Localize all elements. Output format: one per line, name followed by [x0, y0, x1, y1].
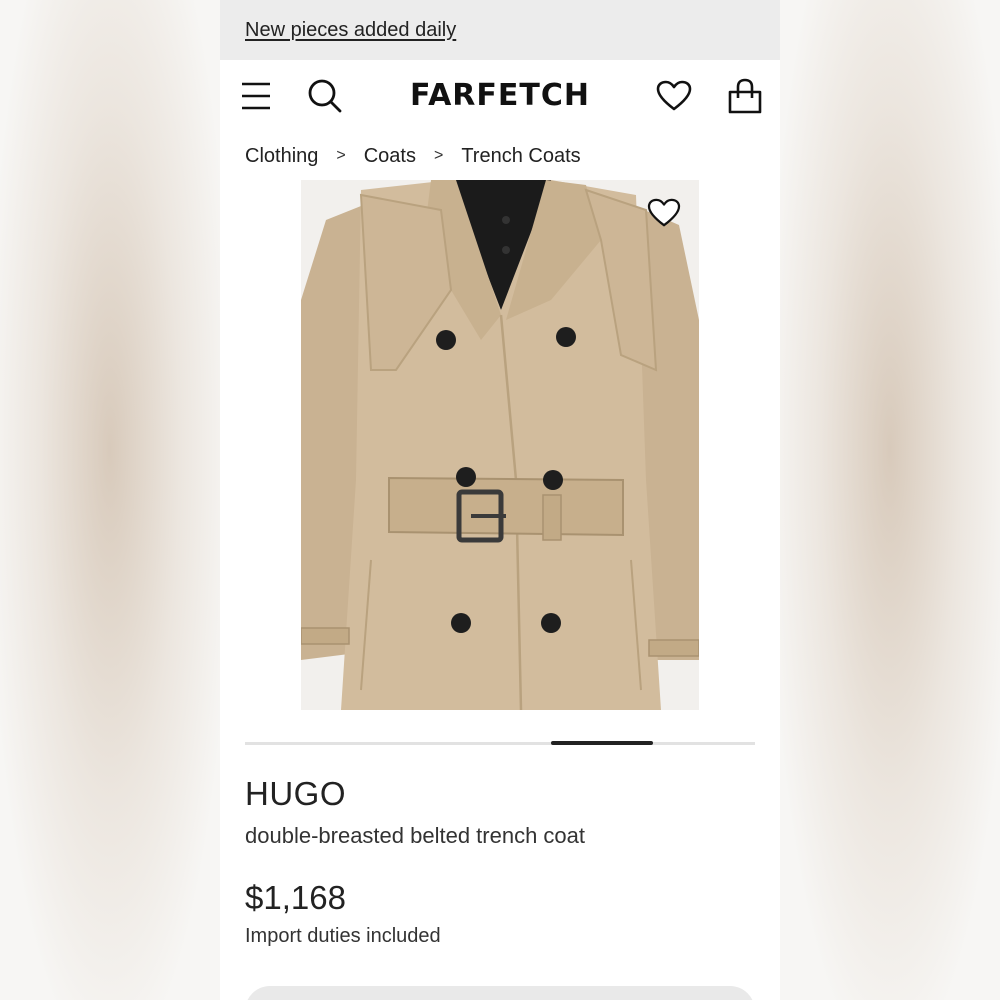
wishlist-button[interactable] — [654, 78, 694, 114]
product-name: double-breasted belted trench coat — [245, 823, 586, 848]
background-blur-left — [0, 0, 220, 1000]
import-duties-note: Import duties included — [245, 925, 441, 947]
breadcrumb-separator: > — [336, 147, 346, 164]
product-image — [301, 180, 699, 710]
bag-button[interactable] — [726, 77, 764, 115]
size-select-button[interactable] — [245, 986, 755, 1000]
promo-link[interactable]: New pieces added daily — [245, 19, 456, 42]
mobile-page: New pieces added daily FARFETCH Clothing… — [220, 0, 780, 1000]
add-to-wishlist-button[interactable] — [647, 198, 683, 230]
breadcrumb-trench-coats[interactable]: Trench Coats — [461, 145, 580, 168]
heart-icon — [656, 80, 692, 111]
shopping-bag-icon — [728, 78, 762, 114]
farfetch-logo[interactable]: FARFETCH — [220, 78, 780, 113]
gallery-progress-track — [245, 741, 755, 745]
product-brand[interactable]: HUGO — [245, 775, 780, 813]
product-image-gallery[interactable] — [301, 180, 699, 710]
breadcrumb-coats[interactable]: Coats — [364, 145, 416, 168]
product-price: $1,168 — [245, 879, 346, 916]
site-header: FARFETCH — [220, 60, 780, 132]
background-blur-right — [780, 0, 1000, 1000]
breadcrumb-separator: > — [433, 147, 444, 164]
promo-banner: New pieces added daily — [220, 0, 780, 60]
breadcrumb-clothing[interactable]: Clothing — [245, 145, 318, 168]
breadcrumb: Clothing > Coats > Trench Coats — [220, 132, 780, 180]
heart-icon — [647, 198, 681, 227]
gallery-progress-indicator — [551, 741, 653, 745]
